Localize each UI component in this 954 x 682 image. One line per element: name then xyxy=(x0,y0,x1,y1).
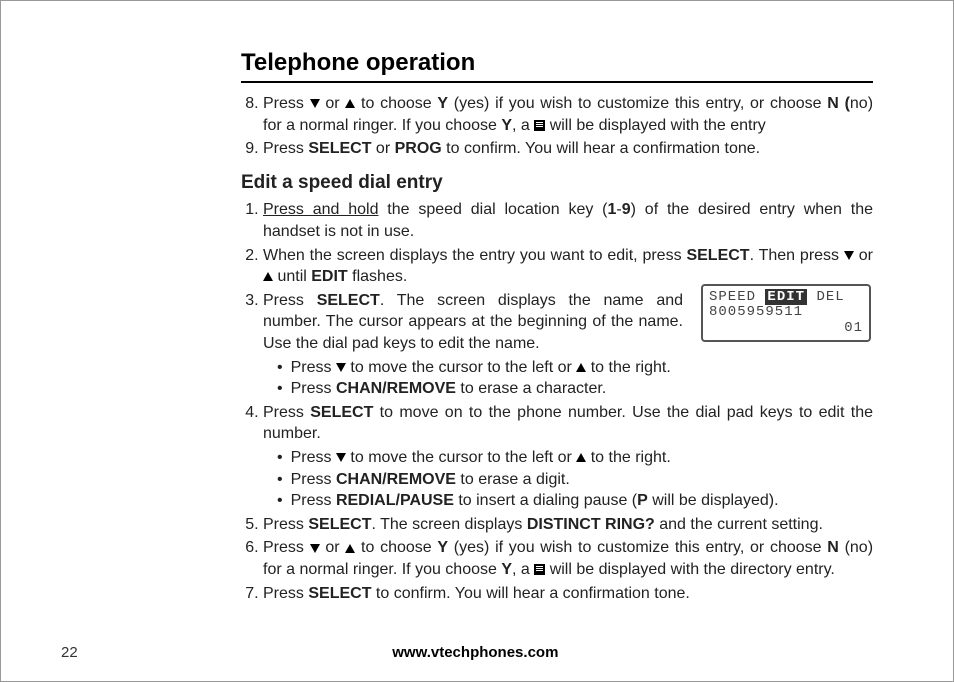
down-arrow-icon xyxy=(336,453,346,462)
footer-url: www.vtechphones.com xyxy=(78,644,873,661)
edit-step-4: Press SELECT to move on to the phone num… xyxy=(263,402,873,512)
page-content: Press or to choose Y (yes) if you wish t… xyxy=(241,93,873,604)
up-arrow-icon xyxy=(345,99,355,108)
edit-step-5: Press SELECT. The screen displays DISTIN… xyxy=(263,514,873,536)
down-arrow-icon xyxy=(336,363,346,372)
note-icon xyxy=(534,564,545,575)
page-footer: 22 www.vtechphones.com xyxy=(61,644,873,661)
edit-steps: Press and hold the speed dial location k… xyxy=(241,199,873,604)
down-arrow-icon xyxy=(310,544,320,553)
up-arrow-icon xyxy=(263,272,273,281)
lcd-screen: SPEED EDIT DEL 8005959511 01 xyxy=(701,284,871,342)
edit-step-4b: Press CHAN/REMOVE to erase a digit. xyxy=(277,469,873,491)
page-title: Telephone operation xyxy=(61,49,873,77)
lcd-edit-highlighted: EDIT xyxy=(765,289,807,305)
edit-step-4a: Press to move the cursor to the left or … xyxy=(277,447,873,469)
edit-step-1: Press and hold the speed dial location k… xyxy=(263,199,873,242)
manual-page: Telephone operation Press or to choose Y… xyxy=(0,0,954,682)
edit-step-4c: Press REDIAL/PAUSE to insert a dialing p… xyxy=(277,490,873,512)
lcd-line-1: SPEED EDIT DEL xyxy=(709,290,863,305)
note-icon xyxy=(534,120,545,131)
edit-step-3a: Press to move the cursor to the left or … xyxy=(277,357,873,379)
page-number: 22 xyxy=(61,644,78,661)
edit-step-7: Press SELECT to confirm. You will hear a… xyxy=(263,583,873,605)
lcd-line-3: 01 xyxy=(709,321,863,336)
edit-step-4-sub: Press to move the cursor to the left or … xyxy=(263,447,873,512)
edit-step-2: When the screen displays the entry you w… xyxy=(263,245,873,288)
continued-steps: Press or to choose Y (yes) if you wish t… xyxy=(241,93,873,160)
up-arrow-icon xyxy=(576,453,586,462)
down-arrow-icon xyxy=(844,251,854,260)
step-9: Press SELECT or PROG to confirm. You wil… xyxy=(263,138,873,160)
title-rule xyxy=(241,81,873,83)
edit-step-3b: Press CHAN/REMOVE to erase a character. xyxy=(277,378,873,400)
up-arrow-icon xyxy=(576,363,586,372)
down-arrow-icon xyxy=(310,99,320,108)
edit-step-6: Press or to choose Y (yes) if you wish t… xyxy=(263,537,873,580)
up-arrow-icon xyxy=(345,544,355,553)
lcd-line-2: 8005959511 xyxy=(709,305,863,320)
subheading: Edit a speed dial entry xyxy=(241,170,873,196)
step-8: Press or to choose Y (yes) if you wish t… xyxy=(263,93,873,136)
edit-step-3-sub: Press to move the cursor to the left or … xyxy=(263,357,873,400)
